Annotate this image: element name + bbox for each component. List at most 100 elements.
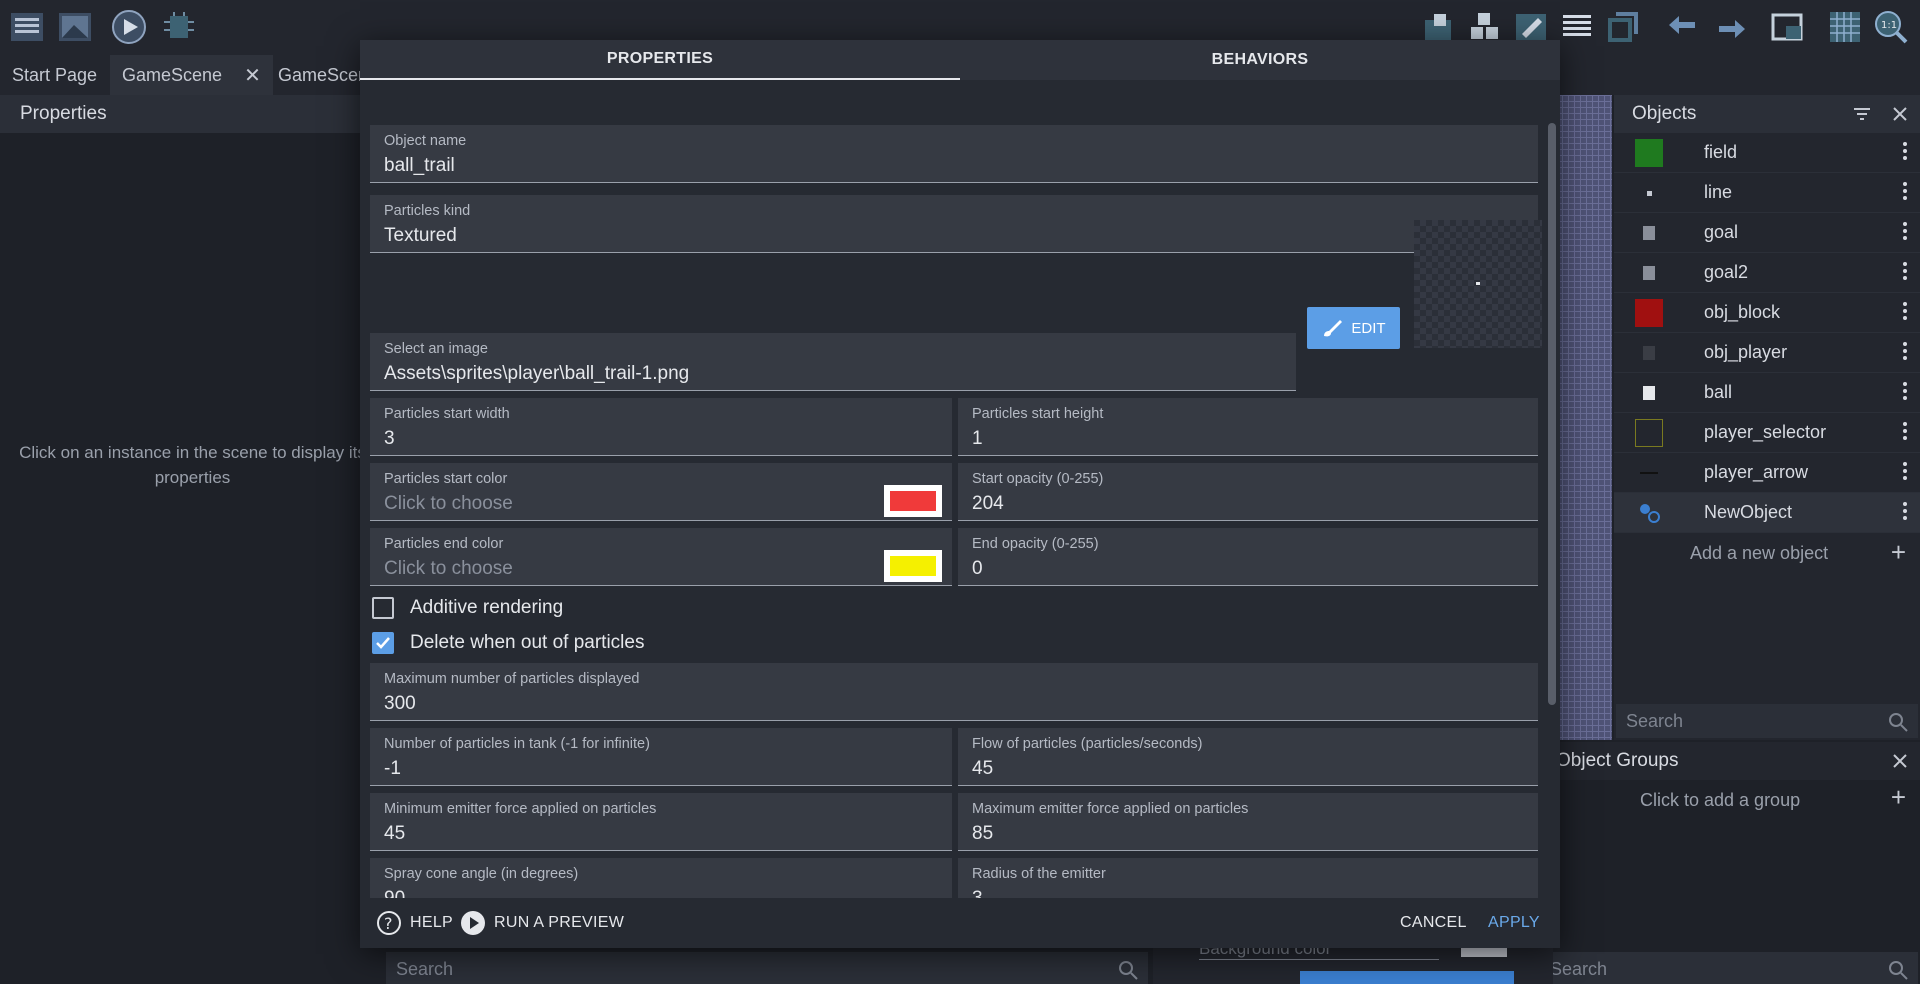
image-select-field[interactable]: Select an image Assets\sprites\player\ba… (370, 333, 1296, 391)
run-preview-button[interactable]: RUN A PREVIEW (460, 910, 624, 936)
groups-search-input[interactable]: Search (1540, 952, 1918, 984)
additive-rendering-checkbox[interactable]: Additive rendering (372, 593, 563, 623)
tab-gamescene[interactable]: GameScene ✕ (110, 55, 273, 95)
tab-start-page[interactable]: Start Page (0, 55, 109, 95)
close-tab-icon[interactable]: ✕ (244, 63, 261, 88)
object-thumbnail (1634, 459, 1664, 487)
more-options-icon[interactable] (1902, 142, 1908, 164)
object-editor-dialog: PROPERTIES BEHAVIORS Object name ball_tr… (360, 40, 1560, 948)
search-icon (1889, 713, 1908, 732)
search-icon (1119, 961, 1138, 980)
add-group-button[interactable]: Click to add a group + (1556, 780, 1920, 820)
redo-icon[interactable] (1712, 8, 1750, 46)
image-preview (1414, 220, 1542, 348)
more-options-icon[interactable] (1902, 502, 1908, 524)
object-list-item[interactable]: obj_player (1614, 333, 1920, 373)
object-list-item[interactable]: ball (1614, 373, 1920, 413)
object-name-field[interactable]: Object name ball_trail (370, 125, 1538, 183)
grid-icon[interactable] (1826, 8, 1864, 46)
preview-play-icon[interactable] (110, 8, 148, 46)
window-mask-icon[interactable] (1768, 8, 1806, 46)
particles-start-color-field[interactable]: Particles start color Click to choose (370, 463, 952, 521)
debugger-icon[interactable] (160, 8, 198, 46)
dialog-scrollbar[interactable] (1548, 123, 1556, 705)
search-icon (1889, 961, 1908, 980)
object-list-item[interactable]: field (1614, 133, 1920, 173)
checkmark-icon (376, 637, 390, 649)
particles-kind-select[interactable]: Particles kind Textured (370, 195, 1538, 253)
particles-start-height-field[interactable]: Particles start height 1 (958, 398, 1538, 456)
end-color-swatch[interactable] (884, 550, 942, 582)
close-icon[interactable] (1890, 104, 1910, 124)
primary-button[interactable] (1300, 971, 1514, 984)
particles-flow-field[interactable]: Flow of particles (particles/seconds) 45 (958, 728, 1538, 786)
object-thumbnail (1634, 299, 1664, 327)
tab-behaviors[interactable]: BEHAVIORS (960, 40, 1560, 80)
object-list-item[interactable]: obj_block (1614, 293, 1920, 333)
objects-panel: Objects field line goal goal2 obj_block obj_p… (1614, 95, 1920, 740)
apply-button[interactable]: APPLY (1488, 914, 1540, 932)
object-list-item[interactable]: NewObject (1614, 493, 1920, 533)
object-list-item[interactable]: player_selector (1614, 413, 1920, 453)
max-emitter-force-field[interactable]: Maximum emitter force applied on particl… (958, 793, 1538, 851)
more-options-icon[interactable] (1902, 262, 1908, 284)
object-name: ball (1704, 382, 1733, 402)
tab-properties[interactable]: PROPERTIES (360, 40, 960, 80)
delete-when-out-checkbox[interactable]: Delete when out of particles (372, 628, 644, 658)
object-list-item[interactable]: goal (1614, 213, 1920, 253)
svg-text:?: ? (384, 914, 393, 933)
objects-panel-header: Objects (1614, 95, 1920, 133)
particles-end-color-field[interactable]: Particles end color Click to choose (370, 528, 952, 586)
object-name: goal2 (1704, 262, 1749, 282)
object-list-item[interactable]: goal2 (1614, 253, 1920, 293)
filter-icon[interactable] (1852, 104, 1872, 124)
max-particles-field[interactable]: Maximum number of particles displayed 30… (370, 663, 1538, 721)
object-name: field (1704, 142, 1738, 162)
dialog-tabs: PROPERTIES BEHAVIORS (360, 40, 1560, 80)
add-new-object-button[interactable]: Add a new object + (1614, 533, 1920, 573)
layers-icon[interactable] (1604, 8, 1642, 46)
more-options-icon[interactable] (1902, 422, 1908, 444)
properties-panel: Properties (0, 95, 370, 984)
object-list-item[interactable]: player_arrow (1614, 453, 1920, 493)
edit-image-button[interactable]: EDIT (1307, 307, 1400, 349)
zoom-reset-icon[interactable]: 1:1 (1872, 8, 1910, 46)
object-name: line (1704, 182, 1733, 202)
more-options-icon[interactable] (1902, 182, 1908, 204)
checkbox-box[interactable] (372, 597, 394, 619)
plus-icon: + (1890, 537, 1906, 567)
scene-canvas[interactable] (1556, 95, 1612, 740)
object-thumbnail (1634, 339, 1664, 367)
more-options-icon[interactable] (1902, 382, 1908, 404)
more-options-icon[interactable] (1902, 462, 1908, 484)
object-list-item[interactable]: line (1614, 173, 1920, 213)
close-icon[interactable] (1890, 751, 1910, 771)
min-emitter-force-field[interactable]: Minimum emitter force applied on particl… (370, 793, 952, 851)
cancel-button[interactable]: CANCEL (1400, 914, 1467, 932)
undo-icon[interactable] (1664, 8, 1702, 46)
particles-tank-field[interactable]: Number of particles in tank (-1 for infi… (370, 728, 952, 786)
more-options-icon[interactable] (1902, 302, 1908, 324)
particles-start-width-field[interactable]: Particles start width 3 (370, 398, 952, 456)
more-options-icon[interactable] (1902, 222, 1908, 244)
more-options-icon[interactable] (1902, 342, 1908, 364)
end-opacity-field[interactable]: End opacity (0-255) 0 (958, 528, 1538, 586)
help-button[interactable]: ? HELP (376, 910, 453, 936)
scene-editor-icon[interactable] (56, 8, 94, 46)
paintbrush-icon (1324, 320, 1343, 337)
checkbox-box[interactable] (372, 632, 394, 654)
objects-list: field line goal goal2 obj_block obj_playerbal… (1614, 133, 1920, 533)
project-manager-icon[interactable] (8, 8, 46, 46)
objects-search-input[interactable]: Search (1616, 704, 1918, 738)
start-color-swatch[interactable] (884, 485, 942, 517)
object-thumbnail (1634, 419, 1664, 447)
instances-list-icon[interactable] (1558, 8, 1596, 46)
plus-icon: + (1890, 782, 1906, 812)
bottom-search-input[interactable]: Search (386, 952, 1148, 984)
object-name: NewObject (1704, 502, 1793, 522)
object-name: obj_player (1704, 342, 1788, 362)
help-icon: ? (377, 911, 401, 935)
play-icon (461, 911, 485, 935)
start-opacity-field[interactable]: Start opacity (0-255) 204 (958, 463, 1538, 521)
object-thumbnail (1634, 259, 1664, 287)
